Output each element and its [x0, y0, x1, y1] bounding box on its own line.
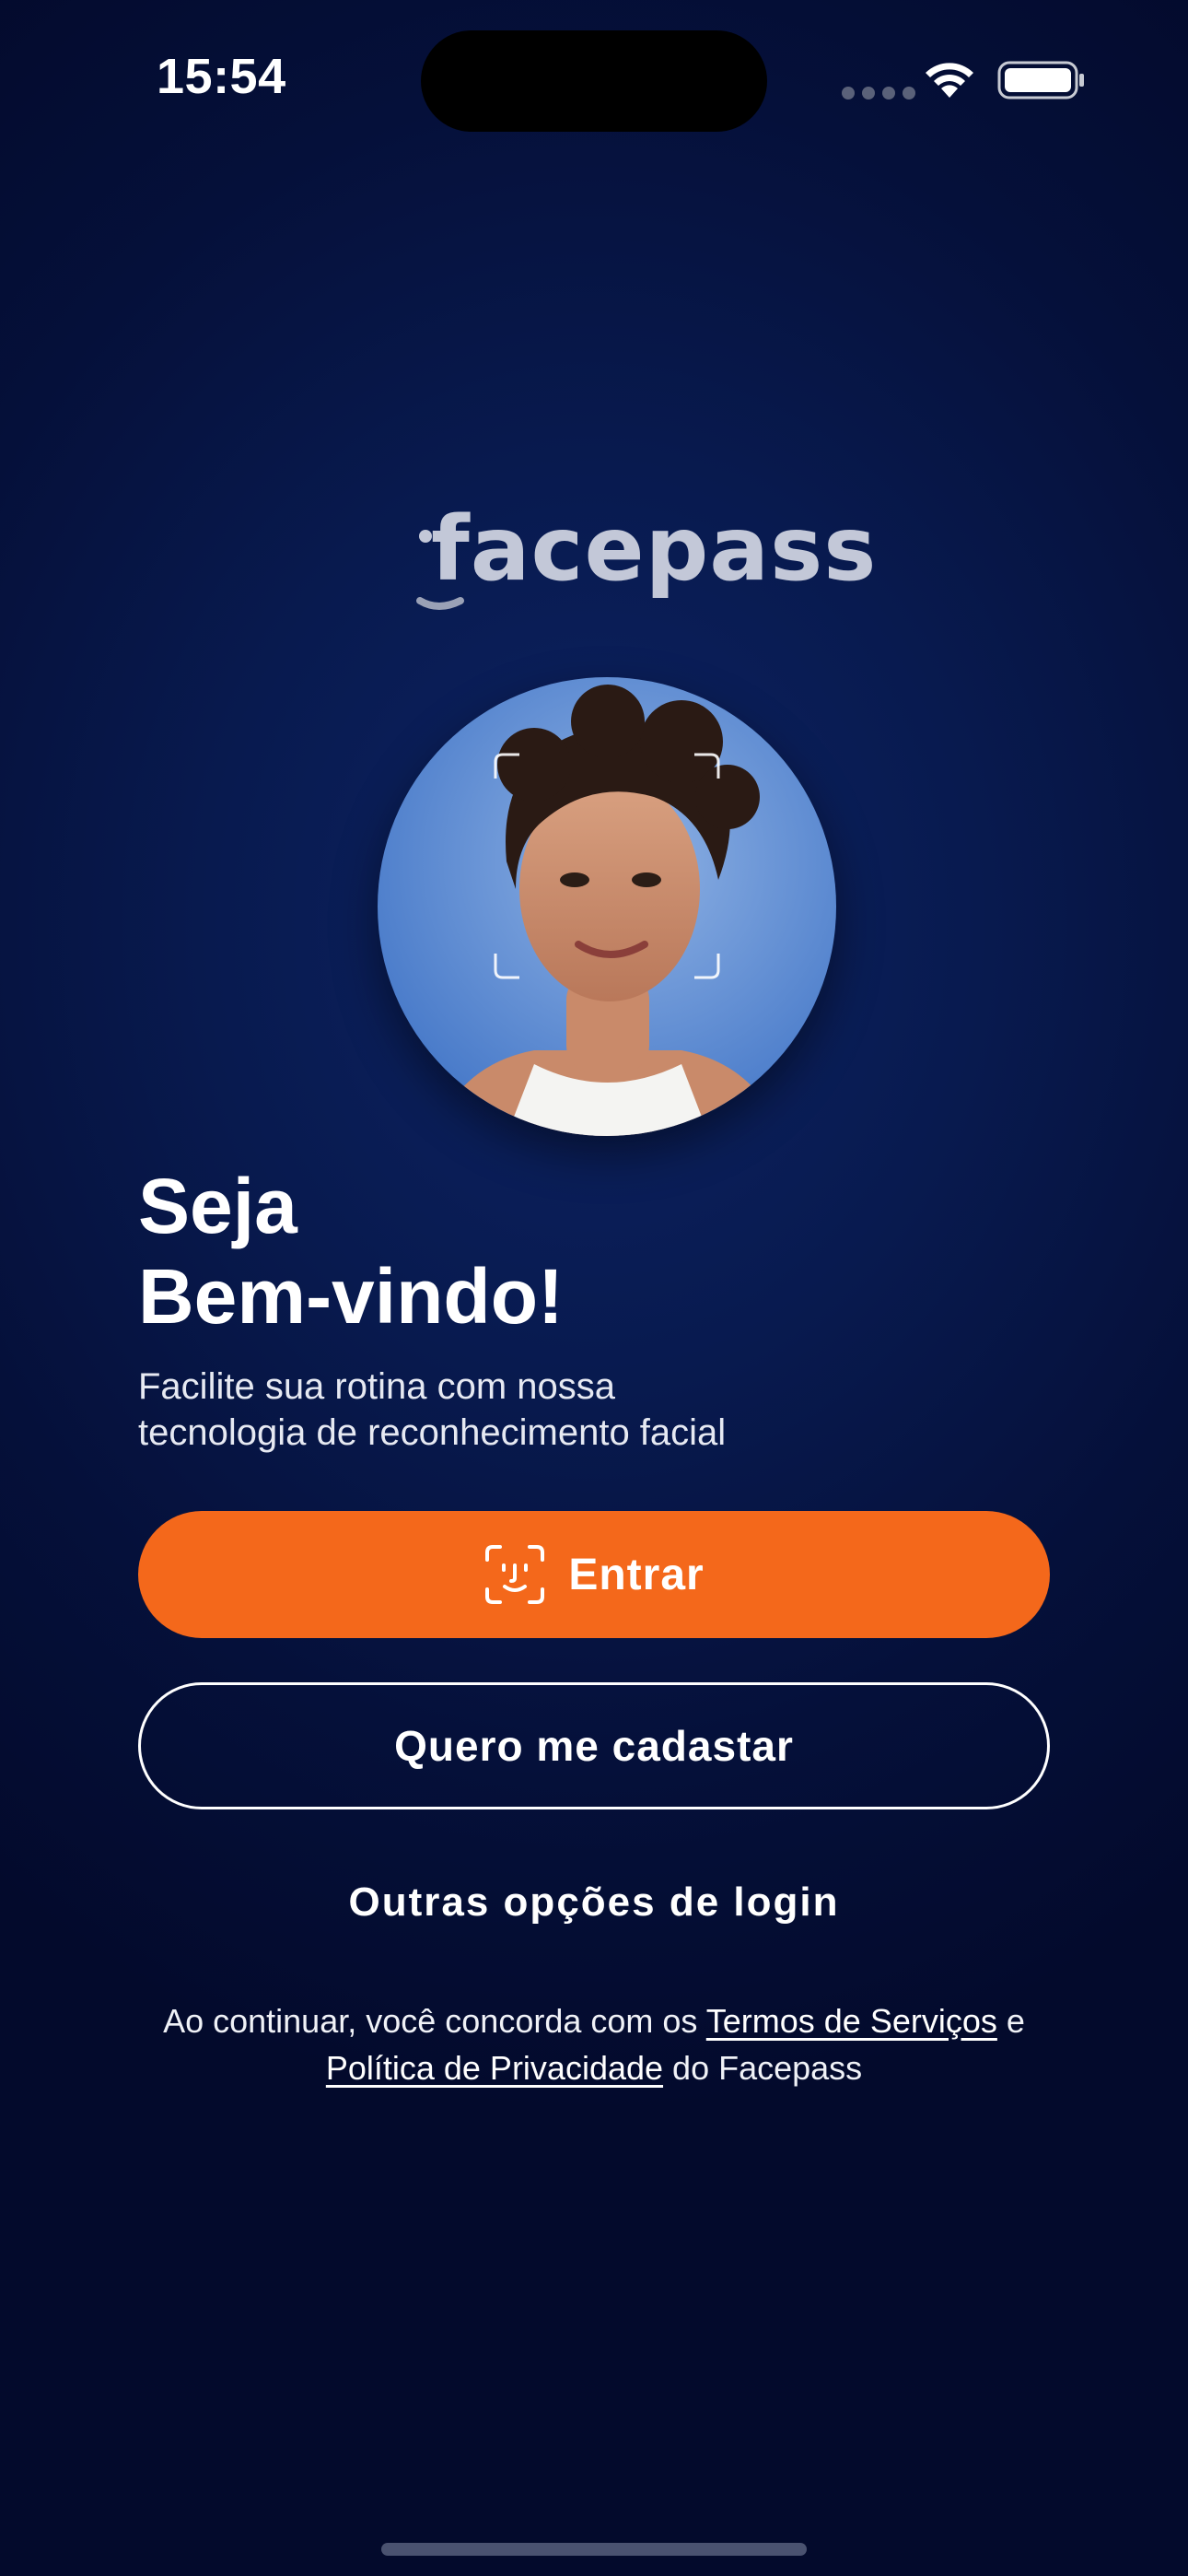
- other-login-options-link[interactable]: Outras opções de login: [0, 1879, 1188, 1926]
- signup-button-label: Quero me cadastar: [394, 1722, 794, 1770]
- status-time: 15:54: [157, 49, 286, 104]
- legal-middle: e: [996, 2002, 1025, 2040]
- battery-icon: [997, 61, 1084, 100]
- cellular-signal-icon: [842, 87, 915, 100]
- welcome-subtitle: Facilite sua rotina com nossa tecnologia…: [138, 1364, 1059, 1456]
- signup-button[interactable]: Quero me cadastar: [138, 1682, 1050, 1809]
- terms-of-service-link[interactable]: Termos de Serviços: [706, 2002, 997, 2040]
- logo-text: facepass: [431, 498, 878, 601]
- welcome-title-line2: Bem-vindo!: [138, 1253, 564, 1340]
- welcome-subtitle-line1: Facilite sua rotina com nossa: [138, 1366, 616, 1407]
- face-avatar: [378, 677, 836, 1136]
- legal-notice: Ao continuar, você concorda com os Termo…: [111, 1997, 1077, 2091]
- welcome-title: Seja Bem-vindo!: [138, 1161, 564, 1341]
- status-bar: 15:54: [0, 0, 1188, 138]
- privacy-policy-link[interactable]: Política de Privacidade: [326, 2049, 663, 2087]
- face-id-icon: [485, 1545, 545, 1604]
- dynamic-island: [421, 30, 767, 132]
- login-button-label: Entrar: [568, 1550, 705, 1599]
- legal-suffix: do Facepass: [663, 2049, 863, 2087]
- welcome-subtitle-line2: tecnologia de reconhecimento facial: [138, 1412, 727, 1453]
- legal-prefix: Ao continuar, você concorda com os: [163, 2002, 706, 2040]
- facepass-logo: facepass: [413, 498, 876, 610]
- wifi-icon: [926, 63, 973, 98]
- home-indicator[interactable]: [381, 2543, 807, 2556]
- login-button[interactable]: Entrar: [138, 1511, 1050, 1638]
- welcome-title-line1: Seja: [138, 1163, 297, 1249]
